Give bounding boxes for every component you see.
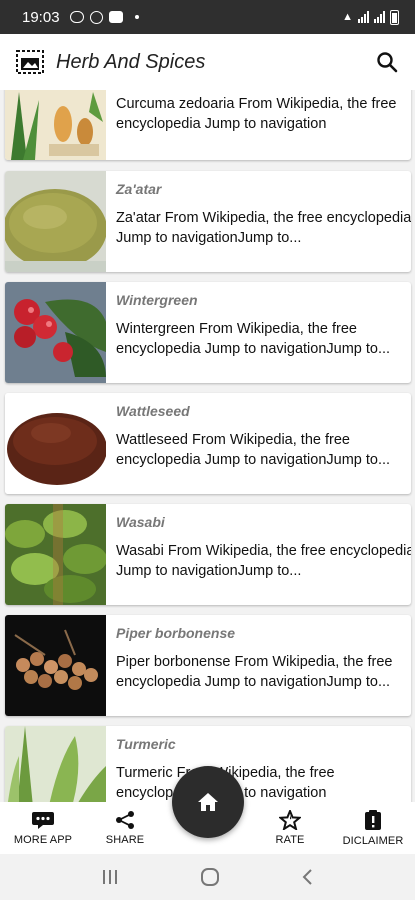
item-title: Wintergreen [116, 292, 198, 308]
status-time: 19:03 [22, 8, 60, 26]
item-description: Wintergreen From Wikipedia, the free enc… [116, 321, 391, 357]
list-item[interactable]: Za'atar Za'atar From Wikipedia, the free… [5, 171, 411, 272]
more-app-button[interactable]: MORE APP [8, 802, 78, 854]
notification-dot-icon [134, 15, 139, 19]
star-icon [279, 810, 301, 830]
battery-icon [390, 9, 399, 25]
more-apps-icon [32, 812, 54, 829]
share-label: SHARE [105, 834, 145, 846]
wifi-icon: ▲ [342, 11, 353, 23]
item-thumbnail [5, 504, 106, 605]
list-item[interactable]: Wattleseed Wattleseed From Wikipedia, th… [5, 393, 411, 494]
disclaimer-label: DICLAIMER [342, 835, 404, 847]
disclaimer-button[interactable]: DICLAIMER [334, 802, 412, 854]
system-nav-bar [0, 854, 415, 900]
item-title: Turmeric [116, 736, 176, 752]
item-thumbnail [5, 726, 106, 802]
home-fab-button[interactable] [172, 766, 244, 838]
cloud-icon [69, 11, 84, 23]
status-bar: 19:03 ▲ [0, 0, 415, 34]
list-item[interactable]: Piper borbonense Piper borbonense From W… [5, 615, 411, 716]
item-title: Za'atar [116, 181, 162, 197]
item-thumbnail [5, 171, 106, 272]
item-thumbnail [5, 615, 106, 716]
item-thumbnail [5, 393, 106, 494]
gallery-logo-icon [16, 50, 44, 74]
more-app-label: MORE APP [13, 834, 73, 846]
rate-label: RATE [275, 834, 305, 846]
share-icon [116, 811, 134, 829]
home-nav-icon[interactable] [200, 867, 220, 887]
item-title: Wattleseed [116, 403, 190, 419]
app-title: Herb And Spices [56, 50, 206, 73]
rate-button[interactable]: RATE [262, 802, 318, 854]
item-description: Curcuma zedoaria From Wikipedia, the fre… [116, 96, 397, 132]
whatsapp-icon [89, 10, 103, 24]
search-icon[interactable] [375, 50, 399, 74]
recent-apps-icon[interactable] [100, 869, 120, 885]
item-title: Piper borbonense [116, 625, 236, 641]
item-description: Turmeric From Wikipedia, the free encycl… [116, 765, 335, 801]
share-button[interactable]: SHARE [95, 802, 155, 854]
clipboard-alert-icon [365, 810, 381, 830]
app-bar: Herb And Spices [0, 34, 415, 90]
item-description: Wattleseed From Wikipedia, the free ency… [116, 432, 391, 468]
list-item[interactable]: Wintergreen Wintergreen From Wikipedia, … [5, 282, 411, 383]
youtube-icon [108, 11, 123, 23]
home-icon [198, 793, 218, 811]
item-title: Wasabi [116, 514, 165, 530]
back-icon[interactable] [301, 868, 315, 886]
list-item[interactable]: Curcuma zedoaria From Wikipedia, the fre… [5, 90, 411, 160]
signal-2-icon [374, 11, 385, 23]
item-description: Piper borbonense From Wikipedia, the fre… [116, 654, 393, 690]
signal-icon [358, 11, 369, 23]
item-description: Za'atar From Wikipedia, the free encyclo… [116, 210, 411, 246]
item-thumbnail [5, 90, 106, 160]
item-description: Wasabi From Wikipedia, the free encyclop… [116, 543, 411, 579]
herb-list: Curcuma zedoaria From Wikipedia, the fre… [0, 90, 415, 802]
list-item[interactable]: Wasabi Wasabi From Wikipedia, the free e… [5, 504, 411, 605]
item-thumbnail [5, 282, 106, 383]
